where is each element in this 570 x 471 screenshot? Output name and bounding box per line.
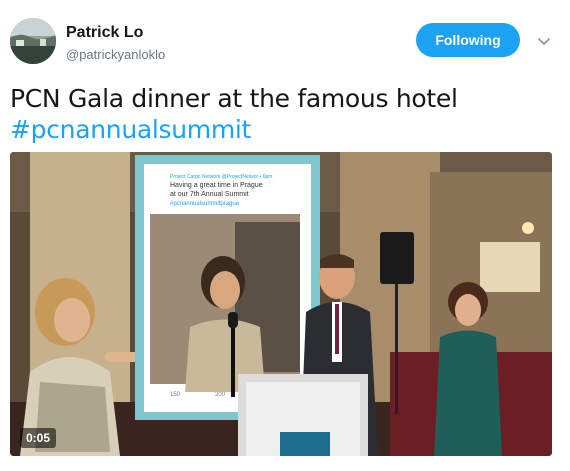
tweet-header: Patrick Lo @patrickyanloklo Following [10,18,560,70]
frame-prop-likes: 200 [215,392,226,398]
author-handle[interactable]: @patrickyanloklo [66,46,165,64]
chevron-down-icon[interactable] [536,33,552,49]
video-duration: 0:05 [20,428,57,448]
frame-prop-line2: at our 7th Annual Summit [170,191,249,198]
frame-prop-line1: Having a great time in Prague [170,182,263,189]
author-display-name[interactable]: Patrick Lo [66,23,165,43]
frame-prop-account: Project Cargo Network @ProjectNetwor • 6… [170,174,272,180]
video-frame: Project Cargo Network @ProjectNetwor • 6… [10,152,552,456]
video-player[interactable]: Project Cargo Network @ProjectNetwor • 6… [10,152,552,456]
author-info: Patrick Lo @patrickyanloklo [66,23,165,64]
frame-prop-retweets: 150 [170,392,181,398]
hashtag-link[interactable]: #pcnannualsummit [10,114,560,145]
tweet-text: PCN Gala dinner at the famous hotel #pcn… [10,83,560,145]
avatar[interactable] [10,18,56,64]
following-button[interactable]: Following [416,23,520,57]
frame-prop-line3: #pcnannualsummitprague [170,201,240,207]
tweet-body: PCN Gala dinner at the famous hotel [10,84,458,113]
